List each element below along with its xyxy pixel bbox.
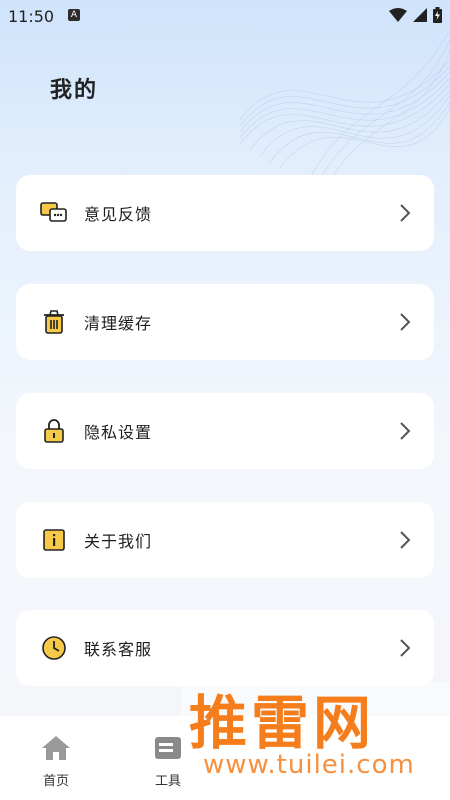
chevron-right-icon — [400, 204, 411, 222]
watermark-brand: 推雷网 — [189, 689, 376, 757]
chevron-right-icon — [400, 639, 411, 657]
menu-item-label: 清理缓存 — [84, 314, 153, 333]
page-title: 我的 — [50, 78, 99, 103]
wifi-icon — [389, 8, 407, 22]
chevron-right-icon — [400, 313, 411, 331]
home-icon — [42, 736, 70, 760]
chevron-right-icon — [400, 422, 411, 440]
clock-icon — [40, 634, 68, 662]
watermark: 推雷网 www.tuilei.com — [181, 682, 450, 800]
menu-item-label: 意见反馈 — [84, 205, 153, 224]
chevron-right-icon — [400, 531, 411, 549]
info-icon — [40, 526, 68, 554]
signal-icon — [413, 8, 427, 22]
tools-icon — [155, 737, 181, 759]
menu-item-clear-cache[interactable]: 清理缓存 — [16, 284, 434, 360]
menu-item-label: 关于我们 — [84, 532, 153, 551]
battery-icon — [433, 7, 442, 23]
nav-item-label: 首页 — [42, 774, 69, 789]
status-bar: 11:50 A — [0, 0, 450, 32]
menu-item-feedback[interactable]: 意见反馈 — [16, 175, 434, 251]
menu-item-label: 联系客服 — [84, 640, 153, 659]
watermark-url: www.tuilei.com — [203, 750, 415, 780]
menu-item-about-us[interactable]: 关于我们 — [16, 502, 434, 578]
menu-item-label: 隐私设置 — [84, 423, 153, 442]
trash-icon — [40, 308, 68, 336]
menu-item-customer-service[interactable]: 联系客服 — [16, 610, 434, 686]
menu-item-privacy[interactable]: 隐私设置 — [16, 393, 434, 469]
lock-icon — [40, 417, 68, 445]
status-time: 11:50 — [8, 7, 55, 26]
feedback-chat-icon — [40, 199, 68, 227]
notification-badge: A — [68, 9, 80, 21]
nav-item-home[interactable]: 首页 — [26, 734, 86, 789]
system-icons — [389, 7, 442, 23]
